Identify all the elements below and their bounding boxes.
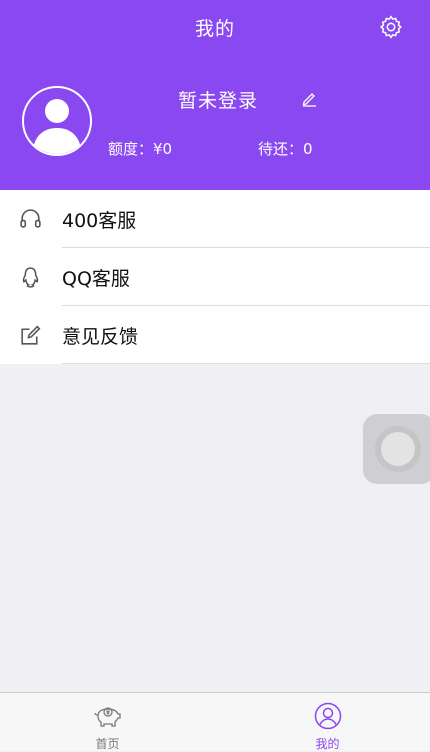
owed-text: 待还：0 (258, 140, 313, 158)
piggy-bank-icon (94, 707, 121, 727)
tab-home[interactable]: 首页 (0, 693, 215, 751)
qq-penguin-icon (22, 267, 39, 288)
menu-item-qq-service[interactable]: QQ客服 (0, 248, 430, 306)
menu-item-label: QQ客服 (62, 268, 130, 290)
username-label[interactable]: 暂未登录 (178, 86, 258, 113)
tab-mine[interactable]: 我的 (220, 693, 430, 751)
quota-text: 额度：¥0 (108, 140, 173, 158)
assistive-touch-core (381, 432, 415, 466)
avatar[interactable] (22, 86, 92, 156)
tab-label: 我的 (315, 737, 340, 751)
user-circle-icon (314, 702, 342, 730)
tab-bar: 首页 我的 (0, 692, 430, 751)
profile-header: 我的 暂未登录 额度：¥0 待还：0 (0, 0, 430, 190)
default-user-avatar-icon (32, 99, 82, 154)
pencil-icon[interactable] (300, 89, 318, 107)
gear-icon[interactable] (378, 14, 404, 40)
menu-item-feedback[interactable]: 意见反馈 (0, 306, 430, 364)
page-title: 我的 (194, 18, 235, 40)
menu-item-400-service[interactable]: 400客服 (0, 190, 430, 248)
tab-label: 首页 (95, 737, 120, 751)
service-menu: 400客服 QQ客服 意见反馈 (0, 190, 430, 364)
menu-item-label: 意见反馈 (62, 326, 139, 348)
divider (62, 363, 430, 364)
feedback-edit-icon (21, 325, 41, 345)
assistive-touch-button[interactable] (363, 414, 430, 484)
menu-item-label: 400客服 (62, 210, 137, 232)
headset-icon (20, 209, 41, 228)
